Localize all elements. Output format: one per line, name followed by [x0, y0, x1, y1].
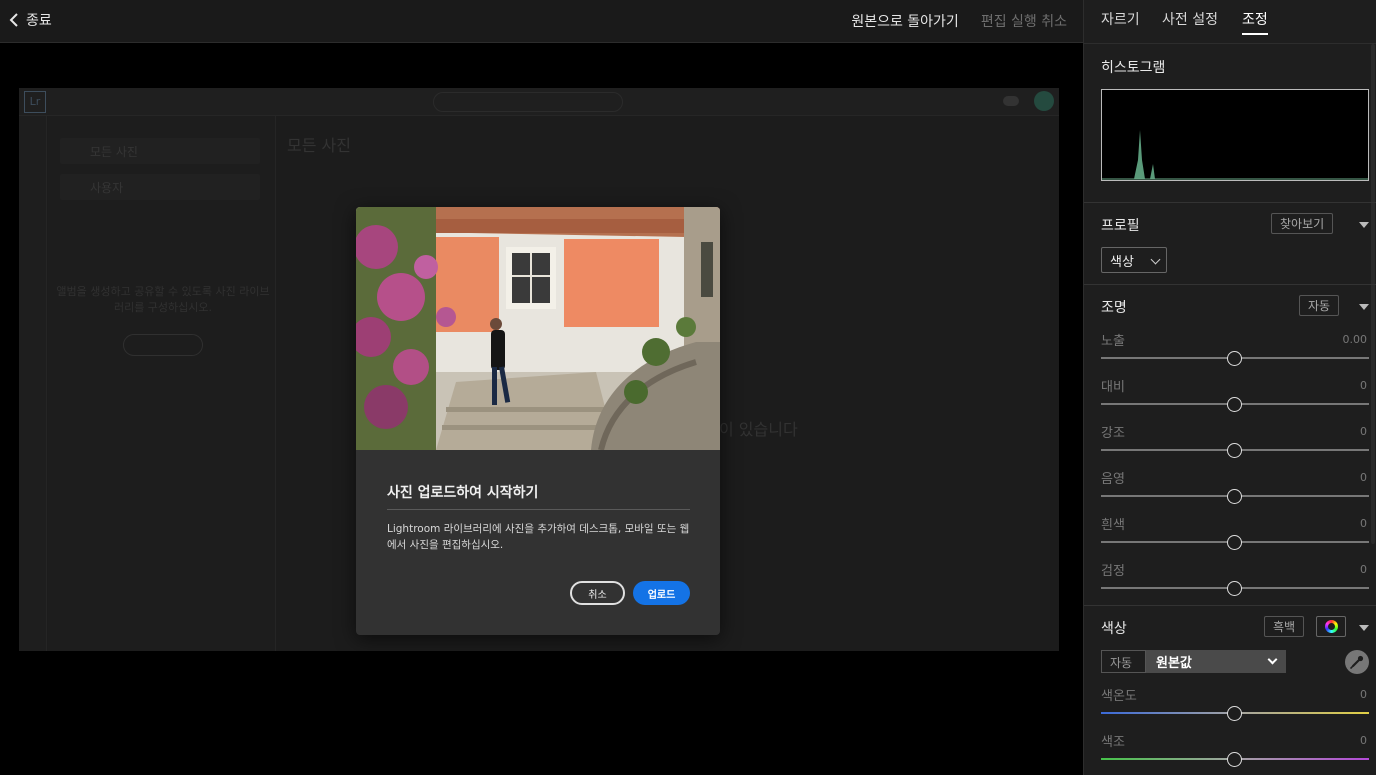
lightroom-logo: Lr — [24, 91, 46, 113]
dialog-body: Lightroom 라이브러리에 사진을 추가하여 데스크톱, 모바일 또는 웹… — [387, 523, 690, 551]
background-heading: 모든 사진 — [287, 136, 351, 155]
highlights-label: 강조 — [1101, 426, 1125, 441]
revert-button[interactable]: 원본으로 돌아가기 — [851, 11, 959, 31]
histogram-title: 히스토그램 — [1101, 60, 1166, 76]
profile-select[interactable]: 색상 — [1101, 247, 1167, 273]
top-bar: 종료 원본으로 돌아가기 편집 실행 취소 — [0, 0, 1083, 43]
contrast-slider-handle[interactable] — [1227, 397, 1242, 412]
exposure-label: 노출 — [1101, 334, 1125, 349]
shadows-label: 음영 — [1101, 472, 1125, 487]
color-collapse-caret[interactable] — [1359, 625, 1369, 631]
profile-collapse-caret[interactable] — [1359, 222, 1369, 228]
histogram — [1101, 89, 1369, 181]
white-balance-select[interactable]: 원본값 — [1146, 650, 1286, 673]
highlights-value[interactable]: 0 — [1360, 425, 1367, 438]
histogram-graph — [1102, 130, 1368, 180]
section-divider — [1084, 605, 1376, 606]
light-auto-button[interactable]: 자동 — [1299, 295, 1340, 316]
lightroom-edit-screen: 종료 원본으로 돌아가기 편집 실행 취소 Lr 모든 사진 사용자 앨범을 생… — [0, 0, 1376, 775]
tab-crop[interactable]: 자르기 — [1101, 9, 1140, 33]
upload-dialog: 사진 업로드하여 시작하기 Lightroom 라이브러리에 사진을 추가하여 … — [356, 207, 720, 635]
background-header: Lr — [19, 88, 1059, 116]
white-balance-auto-button[interactable]: 자동 — [1101, 650, 1146, 673]
tab-presets[interactable]: 사전 설정 — [1162, 9, 1218, 33]
background-rail — [19, 116, 47, 651]
shadows-slider-handle[interactable] — [1227, 489, 1242, 504]
background-search — [433, 92, 623, 112]
background-main-text: 이 있습니다 — [719, 420, 798, 439]
top-actions: 원본으로 돌아가기 편집 실행 취소 — [851, 11, 1067, 31]
cancel-button[interactable]: 취소 — [570, 581, 625, 605]
hero-photo-illustration — [356, 207, 720, 450]
exposure-value[interactable]: 0.00 — [1343, 333, 1368, 346]
tint-value[interactable]: 0 — [1360, 734, 1367, 747]
undo-edit-button[interactable]: 편집 실행 취소 — [981, 11, 1067, 31]
blacks-slider-handle[interactable] — [1227, 581, 1242, 596]
color-wheel-icon — [1325, 620, 1338, 633]
white-balance-value: 원본값 — [1156, 656, 1192, 671]
temperature-label: 색온도 — [1101, 689, 1137, 704]
background-sidebar-note: 앨범을 생성하고 공유할 수 있도록 사진 라이브러리를 구성하십시오. — [56, 285, 270, 314]
chevron-left-icon — [9, 13, 18, 27]
eyedropper-icon — [1350, 655, 1364, 669]
whites-value[interactable]: 0 — [1360, 517, 1367, 530]
dialog-title: 사진 업로드하여 시작하기 — [387, 485, 539, 501]
section-divider — [1084, 284, 1376, 285]
exposure-slider-handle[interactable] — [1227, 351, 1242, 366]
browse-profiles-button[interactable]: 찾아보기 — [1271, 213, 1334, 234]
contrast-label: 대비 — [1101, 380, 1125, 395]
upload-button[interactable]: 업로드 — [633, 581, 690, 605]
background-sidebar: 모든 사진 사용자 앨범을 생성하고 공유할 수 있도록 사진 라이브러리를 구… — [48, 116, 276, 651]
cloud-icon — [1003, 96, 1019, 106]
profile-title: 프로필 — [1101, 218, 1140, 234]
panel-tabs: 자르기 사전 설정 조정 — [1084, 0, 1376, 44]
white-balance-eyedropper[interactable] — [1345, 650, 1369, 674]
tab-adjust[interactable]: 조정 — [1242, 9, 1268, 35]
shadows-value[interactable]: 0 — [1360, 471, 1367, 484]
blacks-value[interactable]: 0 — [1360, 563, 1367, 576]
color-title: 색상 — [1101, 621, 1127, 637]
tint-slider-handle[interactable] — [1227, 752, 1242, 767]
temperature-slider-handle[interactable] — [1227, 706, 1242, 721]
avatar — [1034, 91, 1054, 111]
light-collapse-caret[interactable] — [1359, 304, 1369, 310]
dialog-divider — [387, 509, 690, 510]
tint-label: 색조 — [1101, 735, 1125, 750]
dialog-hero-photo — [356, 207, 720, 450]
whites-label: 흰색 — [1101, 518, 1125, 533]
temperature-value[interactable]: 0 — [1360, 688, 1367, 701]
panel-scrollbar[interactable] — [1371, 44, 1375, 544]
section-divider — [1084, 202, 1376, 203]
background-sidebar-item: 모든 사진 — [60, 138, 260, 164]
blacks-label: 검정 — [1101, 564, 1125, 579]
highlights-slider-handle[interactable] — [1227, 443, 1242, 458]
chevron-down-icon — [1267, 654, 1278, 665]
chevron-down-icon — [1150, 254, 1161, 265]
light-title: 조명 — [1101, 300, 1127, 316]
black-white-button[interactable]: 흑백 — [1264, 616, 1305, 637]
profile-select-value: 색상 — [1110, 255, 1134, 270]
background-sidebar-item: 사용자 — [60, 174, 260, 200]
contrast-value[interactable]: 0 — [1360, 379, 1367, 392]
exit-label: 종료 — [26, 13, 52, 29]
exit-button[interactable]: 종료 — [8, 10, 52, 30]
background-button — [123, 334, 203, 356]
whites-slider-handle[interactable] — [1227, 535, 1242, 550]
adjust-panel: 자르기 사전 설정 조정 히스토그램 프로필 찾아보기 색상 조명 자동 노출 … — [1083, 0, 1376, 775]
color-mixer-button[interactable] — [1316, 616, 1346, 637]
